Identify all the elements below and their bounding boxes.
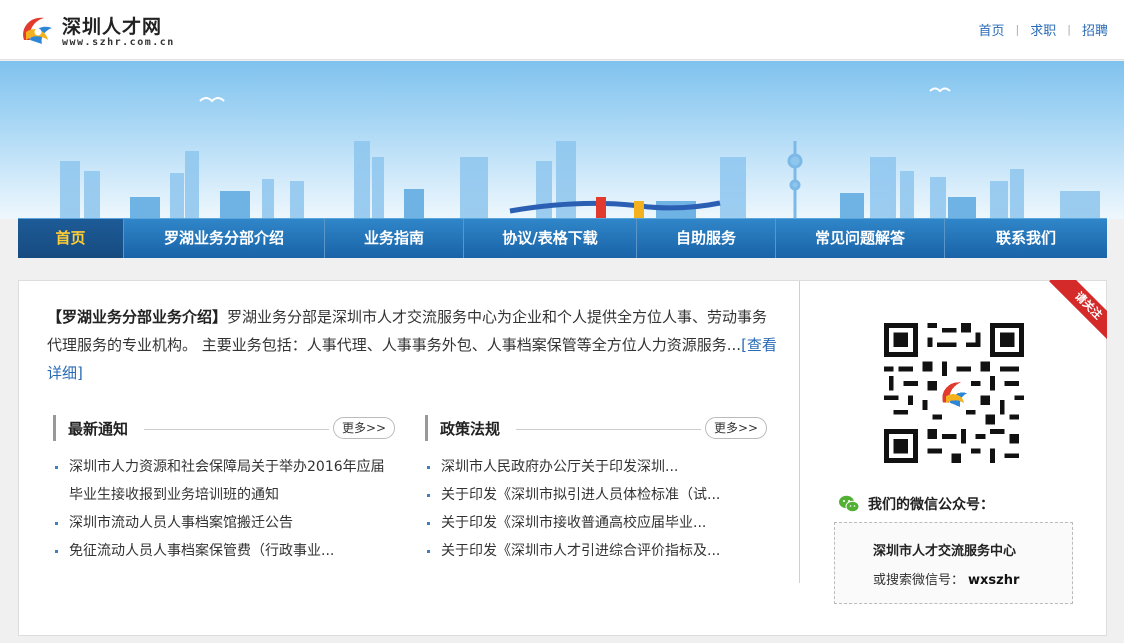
main-nav: 首页 罗湖业务分部介绍 业务指南 协议/表格下载 自助服务 常见问题解答 联系我…	[18, 218, 1107, 258]
ribbon-label: 请关注	[1049, 280, 1107, 340]
logo-url: www.szhr.com.cn	[62, 37, 175, 48]
skyline-illustration	[60, 87, 1100, 219]
wechat-title: 我们的微信公众号：	[838, 493, 994, 515]
policy-item[interactable]: 关于印发《深圳市接收普通高校应届毕业...	[425, 509, 767, 537]
intro-title: 【罗湖业务分部业务介绍】	[47, 308, 228, 326]
notice-title: 最新通知	[68, 420, 129, 438]
notice-item[interactable]: 深圳市人力资源和社会保障局关于举办2016年应届毕业生接收报到业务培训班的通知	[53, 453, 395, 509]
top-links: 首页 | 求职 | 招聘	[979, 20, 1108, 39]
logo-mark-icon	[23, 17, 52, 44]
wechat-account-name: 深圳市人才交流服务中心	[873, 544, 1017, 559]
policy-title: 政策法规	[440, 420, 501, 438]
qr-code-icon	[884, 323, 1024, 463]
nav-item-contact[interactable]: 联系我们	[945, 219, 1107, 258]
separator: |	[1067, 23, 1071, 36]
policy-more-button[interactable]: 更多>>	[705, 417, 767, 439]
site-logo[interactable]: 深圳人才网 www.szhr.com.cn	[16, 8, 216, 52]
policy-item[interactable]: 关于印发《深圳市拟引进人员体检标准（试...	[425, 481, 767, 509]
policy-list: 深圳市人民政府办公厅关于印发深圳... 关于印发《深圳市拟引进人员体检标准（试.…	[425, 453, 767, 565]
wechat-search-label: 或搜索微信号：	[873, 573, 965, 588]
nav-item-faq[interactable]: 常见问题解答	[776, 219, 945, 258]
notice-item[interactable]: 免征流动人员人事档案保管费（行政事业...	[53, 537, 395, 565]
left-content: 【罗湖业务分部业务介绍】罗湖业务分部是深圳市人才交流服务中心为企业和个人提供全方…	[19, 281, 799, 635]
nav-item-home[interactable]: 首页	[18, 219, 124, 258]
wechat-search-hint: 或搜索微信号： wxszhr	[873, 569, 1019, 588]
top-link-home[interactable]: 首页	[979, 20, 1005, 39]
wechat-title-text: 我们的微信公众号：	[868, 497, 994, 513]
site-header: 深圳人才网 www.szhr.com.cn 首页 | 求职 | 招聘	[0, 0, 1124, 60]
policy-section: 政策法规 更多>> 深圳市人民政府办公厅关于印发深圳... 关于印发《深圳市拟引…	[425, 415, 767, 565]
wechat-id: wxszhr	[968, 573, 1020, 588]
policy-item[interactable]: 深圳市人民政府办公厅关于印发深圳...	[425, 453, 767, 481]
separator: |	[1015, 23, 1020, 36]
policy-header: 政策法规 更多>>	[425, 415, 767, 441]
nav-item-self-service[interactable]: 自助服务	[637, 219, 776, 258]
header-rule	[516, 429, 701, 430]
notice-section: 最新通知 更多>> 深圳市人力资源和社会保障局关于举办2016年应届毕业生接收报…	[53, 415, 395, 565]
notice-item[interactable]: 深圳市流动人员人事档案馆搬迁公告	[53, 509, 395, 537]
policy-item[interactable]: 关于印发《深圳市人才引进综合评价指标及...	[425, 537, 767, 565]
wechat-info-box: 深圳市人才交流服务中心 或搜索微信号： wxszhr	[834, 522, 1073, 604]
city-skyline-banner	[0, 61, 1124, 219]
wechat-icon	[839, 495, 860, 513]
header-rule	[144, 429, 329, 430]
notice-more-button[interactable]: 更多>>	[333, 417, 395, 439]
logo-title: 深圳人才网	[62, 16, 163, 38]
notice-list: 深圳市人力资源和社会保障局关于举办2016年应届毕业生接收报到业务培训班的通知 …	[53, 453, 395, 565]
nav-item-luohu-intro[interactable]: 罗湖业务分部介绍	[124, 219, 325, 258]
nav-item-downloads[interactable]: 协议/表格下载	[464, 219, 637, 258]
wechat-panel: 请关注 我们的微信公众号： 深圳市人才交流服务中心 或搜索微信号： wxszhr	[800, 280, 1107, 635]
notice-header: 最新通知 更多>>	[53, 415, 395, 441]
top-link-job-seek[interactable]: 求职	[1030, 20, 1056, 39]
content-panel: 【罗湖业务分部业务介绍】罗湖业务分部是深圳市人才交流服务中心为企业和个人提供全方…	[18, 280, 1107, 636]
follow-ribbon: 请关注	[1047, 280, 1107, 340]
intro-paragraph: 【罗湖业务分部业务介绍】罗湖业务分部是深圳市人才交流服务中心为企业和个人提供全方…	[47, 303, 777, 387]
nav-item-business-guide[interactable]: 业务指南	[325, 219, 464, 258]
top-link-recruit[interactable]: 招聘	[1082, 20, 1108, 39]
